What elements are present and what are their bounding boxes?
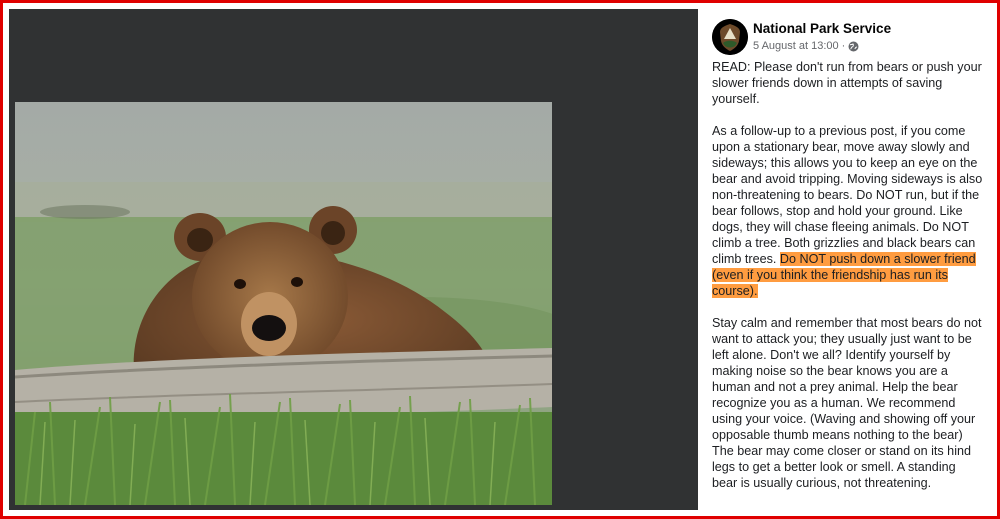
post-paragraph-1: READ: Please don't run from bears or pus…: [712, 60, 982, 106]
paragraph-2-text: As a follow-up to a previous post, if yo…: [712, 124, 983, 266]
post-header: National Park Service 5 August at 13:00 …: [712, 19, 982, 63]
post-timestamp[interactable]: 5 August at 13:00: [753, 40, 839, 52]
post-panel: National Park Service 5 August at 13:00 …: [698, 9, 991, 510]
post-paragraph-2: As a follow-up to a previous post, if yo…: [712, 123, 984, 299]
nps-logo-avatar[interactable]: [712, 19, 748, 55]
post-body: READ: Please don't run from bears or pus…: [712, 59, 984, 507]
bear-photo[interactable]: [15, 102, 552, 505]
post-meta: 5 August at 13:00 ·: [753, 40, 859, 52]
post-paragraph-3: Stay calm and remember that most bears d…: [712, 316, 982, 490]
globe-icon: [848, 41, 859, 52]
nps-arrowhead-icon: [712, 19, 748, 55]
meta-separator: ·: [841, 40, 846, 52]
post-author[interactable]: National Park Service: [753, 21, 891, 36]
photo-viewer[interactable]: [9, 9, 698, 510]
